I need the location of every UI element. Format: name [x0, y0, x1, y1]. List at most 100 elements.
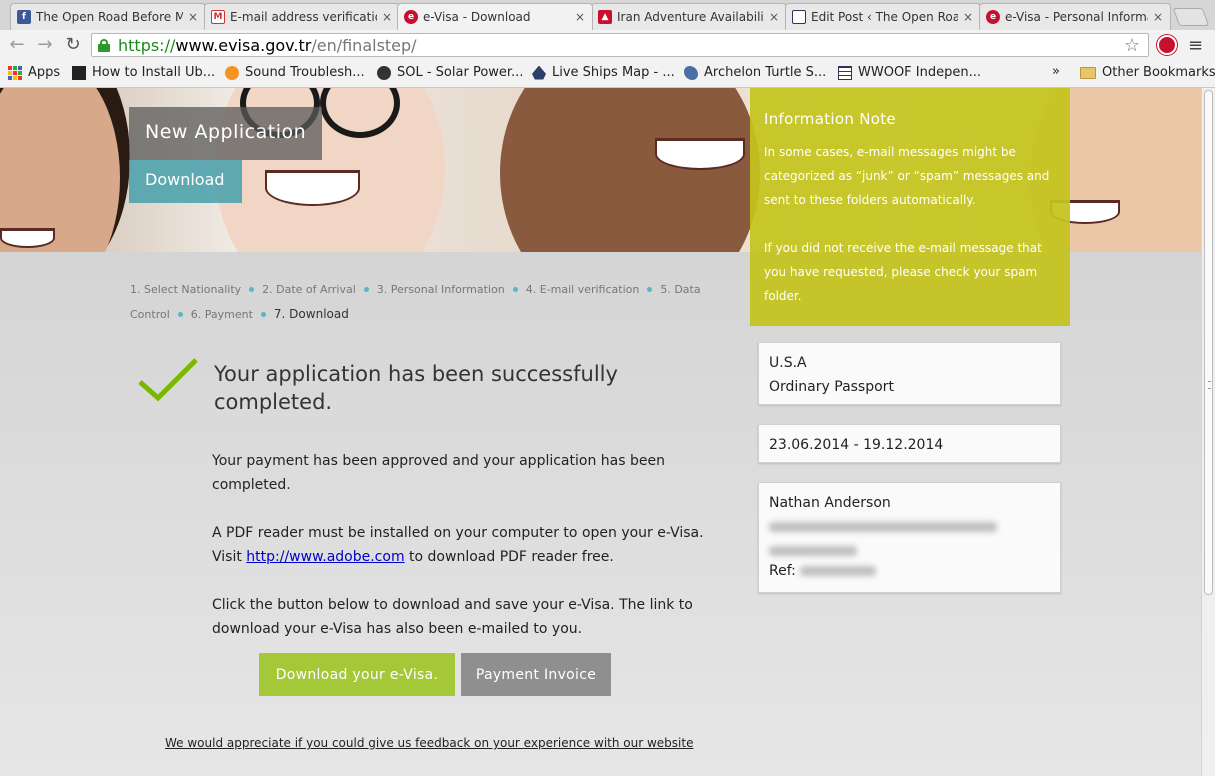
pdf-reader-text: A PDF reader must be installed on your c…: [212, 521, 732, 569]
bookmark-label: WWOOF Indepen...: [858, 65, 981, 80]
tab-title: e-Visa - Personal Information: [1005, 10, 1148, 24]
bookmark-archelon[interactable]: Archelon Turtle S...: [684, 65, 826, 80]
step-dot: [363, 287, 369, 292]
tab-evisa-personal[interactable]: e e-Visa - Personal Information ×: [979, 3, 1171, 30]
scroll-thumb[interactable]: [1204, 90, 1213, 595]
bookmark-star-icon[interactable]: ☆: [1124, 35, 1140, 56]
bookmark-apps[interactable]: Apps: [8, 65, 60, 80]
wordpress-icon: [792, 10, 806, 24]
validity-card: 23.06.2014 - 19.12.2014: [758, 424, 1061, 463]
information-note: Information Note In some cases, e-mail m…: [750, 88, 1070, 326]
htg-icon: [72, 65, 86, 80]
applicant-card: Nathan Anderson Ref:: [758, 482, 1061, 593]
step-3: 3. Personal Information: [376, 283, 505, 296]
bookmark-label: Archelon Turtle S...: [704, 65, 827, 80]
iran-icon: ▲: [598, 10, 612, 24]
new-tab-button[interactable]: [1172, 8, 1210, 26]
orange-gear-icon: [225, 65, 239, 80]
applicant-name: Nathan Anderson: [769, 495, 891, 511]
step-1: 1. Select Nationality: [130, 283, 242, 296]
close-icon[interactable]: ×: [187, 10, 199, 24]
tab-iran-adventure[interactable]: ▲ Iran Adventure Availability ×: [591, 3, 787, 30]
page-content: New Application Download Information Not…: [0, 88, 1201, 776]
folder-icon: [1080, 66, 1096, 79]
download-tab[interactable]: Download: [129, 160, 242, 203]
apps-grid-icon: [8, 65, 22, 80]
success-title: Your application has been successfully c…: [214, 362, 618, 414]
redacted-line: [769, 515, 1050, 539]
bookmark-label: Apps: [28, 65, 61, 80]
grid-icon: [838, 65, 852, 80]
tab-title: E-mail address verification: [230, 10, 377, 24]
tab-title: Edit Post ‹ The Open Road: [811, 10, 958, 24]
address-bar[interactable]: https://www.evisa.gov.tr/en/finalstep/ ☆: [91, 33, 1149, 57]
extension-icon[interactable]: [1157, 35, 1177, 55]
close-icon[interactable]: ×: [381, 10, 393, 24]
redacted-line: [769, 539, 1050, 559]
step-dot: [260, 312, 266, 317]
download-instructions: Click the button below to download and s…: [212, 597, 693, 637]
evisa-icon: e: [986, 10, 1000, 24]
validity-dates: 23.06.2014 - 19.12.2014: [769, 437, 944, 453]
vertical-scrollbar[interactable]: [1201, 88, 1215, 776]
download-evisa-button[interactable]: Download your e-Visa.: [259, 653, 455, 696]
back-arrow-icon[interactable]: ←: [6, 34, 28, 56]
progress-steps: 1. Select Nationality 2. Date of Arrival 3…: [130, 278, 730, 327]
reference-label: Ref:: [769, 563, 796, 579]
step-dot: [647, 287, 653, 292]
tab-title: Iran Adventure Availability: [617, 10, 764, 24]
close-icon[interactable]: ×: [1152, 10, 1164, 24]
passport-type: Ordinary Passport: [769, 379, 894, 395]
lock-icon: [98, 38, 110, 52]
reload-icon[interactable]: ↻: [62, 34, 84, 56]
feedback-link[interactable]: We would appreciate if you could give us…: [165, 736, 693, 750]
hero-smile: [265, 170, 360, 206]
tab-evisa-download[interactable]: e e-Visa - Download ×: [397, 3, 593, 30]
bookmark-label: SOL - Solar Power...: [397, 65, 524, 80]
tab-edit-post[interactable]: Edit Post ‹ The Open Road ×: [785, 3, 981, 30]
gmail-icon: M: [211, 10, 225, 24]
tab-email-verification[interactable]: M E-mail address verification ×: [204, 3, 400, 30]
evisa-icon: e: [404, 10, 418, 24]
facebook-icon: f: [17, 10, 31, 24]
url-host: www.evisa.gov.tr: [175, 35, 312, 55]
step-4: 4. E-mail verification: [525, 283, 640, 296]
close-icon[interactable]: ×: [962, 10, 974, 24]
hero-smile: [655, 138, 745, 170]
tab-strip: f The Open Road Before Me × M E-mail add…: [0, 0, 1215, 30]
bookmarks-overflow-icon[interactable]: »: [1052, 64, 1060, 79]
bookmark-other[interactable]: Other Bookmarks: [1080, 65, 1215, 80]
sol-icon: [377, 65, 391, 80]
passport-card: U.S.A Ordinary Passport: [758, 342, 1061, 405]
url-scheme: https://: [118, 35, 176, 55]
bookmark-ships[interactable]: Live Ships Map - ...: [532, 65, 675, 80]
close-icon[interactable]: ×: [768, 10, 780, 24]
bookmark-label: Other Bookmarks: [1102, 65, 1215, 80]
bookmark-sol[interactable]: SOL - Solar Power...: [377, 65, 523, 80]
tab-open-road[interactable]: f The Open Road Before Me ×: [10, 3, 206, 30]
turtle-icon: [684, 65, 698, 80]
checkmark-icon: [138, 358, 198, 402]
bookmark-label: Sound Troublesh...: [245, 65, 365, 80]
step-7-current: 7. Download: [273, 307, 349, 321]
new-application-label: New Application: [129, 107, 322, 160]
info-note-title: Information Note: [764, 110, 896, 128]
forward-arrow-icon[interactable]: →: [34, 34, 56, 56]
menu-icon[interactable]: ≡: [1188, 35, 1203, 56]
hero-face: [500, 88, 760, 252]
url-path: /en/finalstep/: [311, 35, 417, 55]
payment-invoice-button[interactable]: Payment Invoice: [461, 653, 611, 696]
payment-approved-text: Your payment has been approved and your …: [212, 453, 665, 493]
close-icon[interactable]: ×: [574, 10, 586, 24]
tab-title: e-Visa - Download: [423, 10, 531, 24]
bookmark-label: Live Ships Map - ...: [552, 65, 675, 80]
adobe-link[interactable]: http://www.adobe.com: [246, 549, 404, 565]
info-note-text: In some cases, e-mail messages might be …: [764, 145, 1050, 207]
bookmark-sound[interactable]: Sound Troublesh...: [225, 65, 365, 80]
hero-smile: [0, 228, 55, 248]
bookmark-wwoof[interactable]: WWOOF Indepen...: [838, 65, 981, 80]
tab-title: The Open Road Before Me: [36, 10, 183, 24]
bookmark-label: How to Install Ub...: [92, 65, 216, 80]
bookmark-htg[interactable]: How to Install Ub...: [72, 65, 215, 80]
toolbar: ← → ↻ https://www.evisa.gov.tr/en/finals…: [0, 30, 1215, 60]
